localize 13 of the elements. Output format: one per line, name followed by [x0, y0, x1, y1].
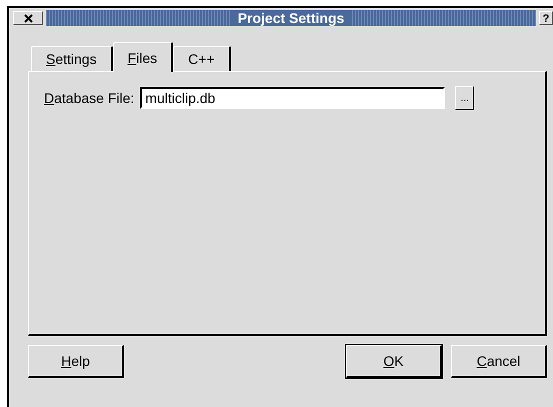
help-button[interactable]: ?	[539, 11, 553, 25]
tab[interactable]: Files	[112, 42, 174, 72]
field-label: Database File:	[44, 90, 134, 106]
close-icon	[24, 14, 32, 22]
close-button[interactable]	[13, 11, 43, 25]
browse-button[interactable]: ...	[455, 86, 474, 110]
tab[interactable]: C++	[173, 46, 231, 71]
database-file-field[interactable]: multiclip.db	[140, 87, 446, 109]
window-title: Project Settings	[46, 10, 536, 26]
dialog-button[interactable]: Cancel	[451, 345, 547, 378]
tab[interactable]: Settings	[31, 46, 113, 71]
dialog-button[interactable]: Help	[28, 345, 124, 378]
dialog-button[interactable]: OK	[346, 345, 442, 378]
